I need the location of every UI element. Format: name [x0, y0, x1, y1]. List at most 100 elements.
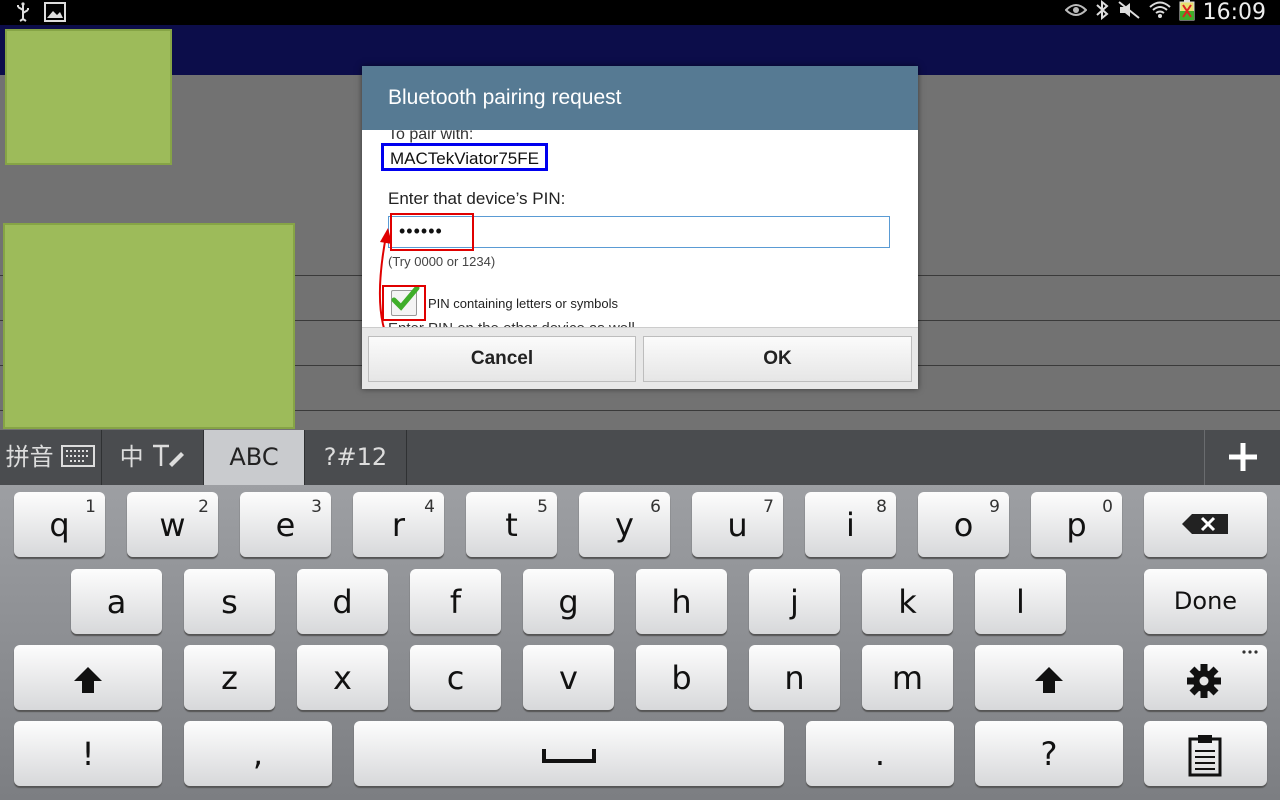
key-q[interactable]: q1 — [14, 492, 105, 557]
key-c-label: c — [446, 659, 465, 697]
key-f-label: f — [449, 583, 462, 621]
clipboard-icon — [1188, 735, 1222, 777]
key-t[interactable]: t5 — [466, 492, 557, 557]
key-f[interactable]: f — [410, 569, 501, 634]
key-j-label: j — [790, 583, 799, 621]
key-x-label: x — [333, 659, 352, 697]
shift-icon — [74, 667, 102, 693]
image-tile[interactable] — [3, 223, 295, 429]
key-e-number-hint: 3 — [311, 497, 322, 517]
clock: 16:09 — [1202, 0, 1266, 25]
key-t-number-hint: 5 — [537, 497, 548, 517]
shift-key-right[interactable] — [975, 645, 1123, 710]
backspace-key[interactable] — [1144, 492, 1267, 557]
key-i[interactable]: i8 — [805, 492, 896, 557]
key-x[interactable]: x — [297, 645, 388, 710]
pair-with-label: To pair with: — [388, 130, 474, 143]
key-a-label: a — [106, 583, 127, 621]
status-bar: 16:09 — [0, 0, 1280, 25]
device-name: MACTekViator75FE — [381, 143, 548, 171]
key-z[interactable]: z — [184, 645, 275, 710]
key-c[interactable]: c — [410, 645, 501, 710]
ok-button[interactable]: OK — [643, 336, 912, 382]
key-g-label: g — [558, 583, 579, 621]
image-icon — [44, 2, 66, 27]
space-key[interactable] — [354, 721, 784, 786]
key-b[interactable]: b — [636, 645, 727, 710]
key-v-label: v — [559, 659, 578, 697]
settings-key[interactable] — [1144, 645, 1267, 710]
done-key[interactable]: Done — [1144, 569, 1267, 634]
question-key-label: ? — [1040, 735, 1058, 773]
tab-pinyin[interactable]: 拼音 — [0, 430, 102, 485]
enter-pin-label: Enter that device’s PIN: — [388, 189, 566, 208]
keyboard-mode-bar: 拼音 中 ABC ?#12 — [0, 430, 1280, 485]
eye-icon — [1064, 2, 1088, 23]
cancel-button[interactable]: Cancel — [368, 336, 636, 382]
backspace-icon — [1182, 514, 1228, 534]
question-key[interactable]: ? — [975, 721, 1123, 786]
key-m[interactable]: m — [862, 645, 953, 710]
space-icon — [542, 749, 596, 763]
keyboard-icon — [61, 445, 96, 467]
bluetooth-icon — [1095, 0, 1109, 25]
image-tile[interactable] — [5, 29, 172, 165]
key-d[interactable]: d — [297, 569, 388, 634]
clipboard-key[interactable] — [1144, 721, 1267, 786]
key-m-label: m — [891, 659, 924, 697]
key-p-number-hint: 0 — [1102, 497, 1113, 517]
key-o[interactable]: o9 — [918, 492, 1009, 557]
key-d-label: d — [332, 583, 353, 621]
exclamation-key[interactable]: ! — [14, 721, 162, 786]
comma-key-label: , — [252, 735, 264, 773]
shift-icon — [1035, 667, 1063, 693]
dialog-title: Bluetooth pairing request — [362, 66, 918, 130]
period-key[interactable]: . — [806, 721, 954, 786]
key-y-number-hint: 6 — [650, 497, 661, 517]
bluetooth-pairing-dialog: Bluetooth pairing request To pair with: … — [362, 66, 918, 389]
tab-handwriting[interactable]: 中 — [102, 430, 204, 485]
gear-icon — [1187, 650, 1258, 698]
handwriting-icon — [153, 444, 185, 467]
usb-icon — [14, 2, 32, 27]
add-button[interactable] — [1204, 430, 1280, 485]
key-h[interactable]: h — [636, 569, 727, 634]
key-s[interactable]: s — [184, 569, 275, 634]
key-l-label: l — [1016, 583, 1025, 621]
key-e[interactable]: e3 — [240, 492, 331, 557]
key-r[interactable]: r4 — [353, 492, 444, 557]
key-q-number-hint: 1 — [85, 497, 96, 517]
shift-key-left[interactable] — [14, 645, 162, 710]
key-k[interactable]: k — [862, 569, 953, 634]
key-j[interactable]: j — [749, 569, 840, 634]
key-g[interactable]: g — [523, 569, 614, 634]
key-n-label: n — [784, 659, 805, 697]
key-p[interactable]: p0 — [1031, 492, 1122, 557]
keyboard: Done ! , . ? q 1 w 2 e 3 r 4 t 5 y 6 u 7… — [0, 485, 1280, 800]
key-l[interactable]: l — [975, 569, 1066, 634]
plus-icon — [1229, 443, 1257, 471]
key-i-number-hint: 8 — [876, 497, 887, 517]
dialog-button-bar: Cancel OK — [362, 327, 918, 389]
key-a[interactable]: a — [71, 569, 162, 634]
tab-pinyin-label: 拼音 — [5, 443, 54, 471]
key-y[interactable]: y6 — [579, 492, 670, 557]
battery-icon — [1179, 0, 1195, 26]
checkbox-label: PIN containing letters or symbols — [428, 296, 619, 311]
tab-handwriting-label: 中 — [119, 443, 144, 471]
done-key-label: Done — [1173, 587, 1238, 615]
tab-symbols[interactable]: ?#12 — [305, 430, 407, 485]
key-u-number-hint: 7 — [763, 497, 774, 517]
key-u[interactable]: u7 — [692, 492, 783, 557]
key-z-label: z — [221, 659, 238, 697]
key-v[interactable]: v — [523, 645, 614, 710]
key-s-label: s — [221, 583, 238, 621]
key-o-number-hint: 9 — [989, 497, 1000, 517]
comma-key[interactable]: , — [184, 721, 332, 786]
wifi-icon — [1148, 0, 1171, 25]
key-n[interactable]: n — [749, 645, 840, 710]
key-r-number-hint: 4 — [424, 497, 435, 517]
key-w-number-hint: 2 — [198, 497, 209, 517]
tab-abc[interactable]: ABC — [204, 430, 305, 485]
key-w[interactable]: w2 — [127, 492, 218, 557]
